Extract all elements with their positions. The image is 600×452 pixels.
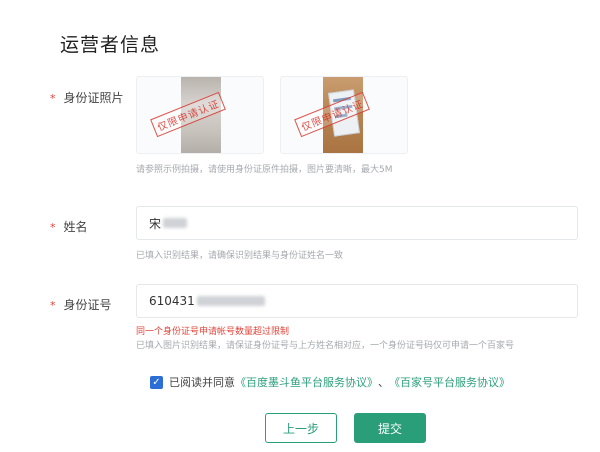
agreement-row: ✓ 已阅读并同意 《百度墨斗鱼平台服务协议》 、 《百家号平台服务协议》 — [150, 374, 510, 390]
id-number-value: 610431 — [149, 294, 195, 308]
id-number-label: * 身份证号 — [50, 296, 112, 313]
id-number-field[interactable]: 610431 — [136, 284, 578, 318]
required-mark: * — [50, 92, 56, 105]
prev-button[interactable]: 上一步 — [265, 413, 337, 443]
id-number-redaction — [196, 296, 265, 306]
name-field[interactable]: 宋 — [136, 206, 578, 240]
agreement-prefix: 已阅读并同意 — [169, 376, 235, 389]
id-number-hint: 已填入图片识别结果，请保证身份证号与上方姓名相对应，一个身份证号码仅可申请一个百… — [136, 341, 515, 351]
name-value: 宋 — [149, 216, 162, 231]
agreement-link-baijiahao[interactable]: 《百家号平台服务协议》 — [389, 374, 510, 390]
agreement-checkbox[interactable]: ✓ — [150, 375, 163, 389]
name-redaction — [163, 218, 188, 228]
agreement-link-modou[interactable]: 《百度墨斗鱼平台服务协议》 — [235, 374, 378, 390]
id-photo-label-text: 身份证照片 — [63, 91, 124, 105]
name-label-text: 姓名 — [63, 220, 88, 234]
required-mark: * — [50, 299, 56, 312]
id-number-error: 同一个身份证号申请帐号数量超过限制 — [136, 327, 290, 337]
page-title: 运营者信息 — [60, 34, 161, 56]
submit-button[interactable]: 提交 — [354, 413, 426, 443]
id-number-label-text: 身份证号 — [63, 298, 112, 312]
id-card-front-upload[interactable]: 仅限申请认证 — [136, 76, 264, 154]
required-mark: * — [50, 221, 56, 234]
id-photo-label: * 身份证照片 — [50, 89, 124, 106]
agreement-separator: 、 — [378, 376, 389, 389]
id-photo-hint: 请参照示例拍摄，请使用身份证原件拍摄，图片要清晰，最大5M — [136, 165, 393, 175]
name-hint: 已填入识别结果，请确保识别结果与身份证姓名一致 — [136, 251, 344, 261]
id-card-back-upload[interactable]: 仅限申请认证 — [280, 76, 408, 154]
name-label: * 姓名 — [50, 218, 88, 235]
